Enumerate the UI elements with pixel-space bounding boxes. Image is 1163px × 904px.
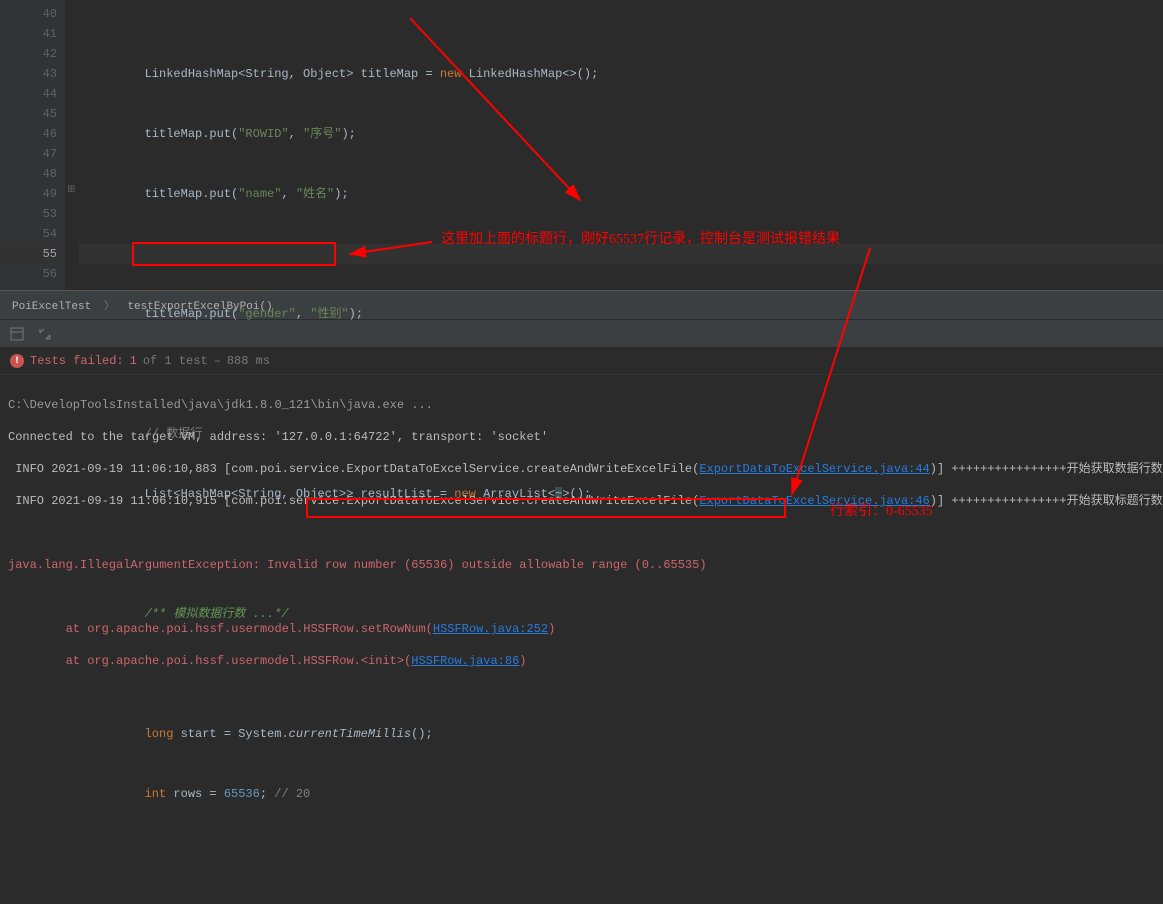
console-line: INFO 2021-09-19 11:06:10,915 [com.poi.se… [8, 493, 1155, 509]
console-line: C:\DevelopToolsInstalled\java\jdk1.8.0_1… [8, 397, 1155, 413]
code-line[interactable] [87, 844, 1163, 864]
console-line [8, 525, 1155, 541]
line-number: 45 [0, 104, 57, 124]
console-line: Connected to the target VM, address: '12… [8, 429, 1155, 445]
current-line-highlight [79, 244, 1163, 264]
code-line[interactable]: titleMap.put("gender", "性别"); [87, 304, 1163, 324]
layout-icon[interactable] [10, 327, 24, 341]
line-number: 46 [0, 124, 57, 144]
fold-expand-icon[interactable]: ⊞ [67, 184, 75, 196]
line-number: 47 [0, 144, 57, 164]
line-number: 49 [0, 184, 57, 204]
fold-column: ⊞ [65, 0, 79, 290]
code-line[interactable]: long start = System.currentTimeMillis(); [87, 724, 1163, 744]
code-content[interactable]: LinkedHashMap<String, Object> titleMap =… [79, 0, 1163, 290]
test-failed-icon: ! [10, 354, 24, 368]
source-link[interactable]: HSSFRow.java:86 [411, 654, 519, 668]
code-line[interactable]: LinkedHashMap<String, Object> titleMap =… [87, 64, 1163, 84]
line-number-gutter: 40 41 42 43 44 45 46 47 48 49 53 54 55 5… [0, 0, 65, 290]
line-number: 41 [0, 24, 57, 44]
line-number-current: 55 [0, 244, 57, 264]
source-link[interactable]: ExportDataToExcelService.java:46 [699, 494, 929, 508]
line-number: 54 [0, 224, 57, 244]
console-error-line: java.lang.IllegalArgumentException: Inva… [8, 557, 1155, 573]
line-number: 43 [0, 64, 57, 84]
code-line[interactable]: int rows = 65536; // 20 [87, 784, 1163, 804]
console-stacktrace-line: at org.apache.poi.hssf.usermodel.HSSFRow… [8, 621, 1155, 637]
line-number: 48 [0, 164, 57, 184]
console-output[interactable]: C:\DevelopToolsInstalled\java\jdk1.8.0_1… [0, 375, 1163, 707]
source-link[interactable]: HSSFRow.java:252 [433, 622, 548, 636]
code-line[interactable]: titleMap.put("ROWID", "序号"); [87, 124, 1163, 144]
expand-all-icon[interactable] [38, 327, 52, 341]
line-number: 53 [0, 204, 57, 224]
code-line[interactable]: titleMap.put("name", "姓名"); [87, 184, 1163, 204]
console-line: INFO 2021-09-19 11:06:10,883 [com.poi.se… [8, 461, 1155, 477]
line-number: 42 [0, 44, 57, 64]
line-number: 44 [0, 84, 57, 104]
code-editor[interactable]: 40 41 42 43 44 45 46 47 48 49 53 54 55 5… [0, 0, 1163, 290]
console-line [8, 589, 1155, 605]
console-stacktrace-line: at org.apache.poi.hssf.usermodel.HSSFRow… [8, 653, 1155, 669]
source-link[interactable]: ExportDataToExcelService.java:44 [699, 462, 929, 476]
line-number: 40 [0, 4, 57, 24]
line-number: 56 [0, 264, 57, 284]
breadcrumb-class[interactable]: PoiExcelTest [12, 301, 91, 313]
